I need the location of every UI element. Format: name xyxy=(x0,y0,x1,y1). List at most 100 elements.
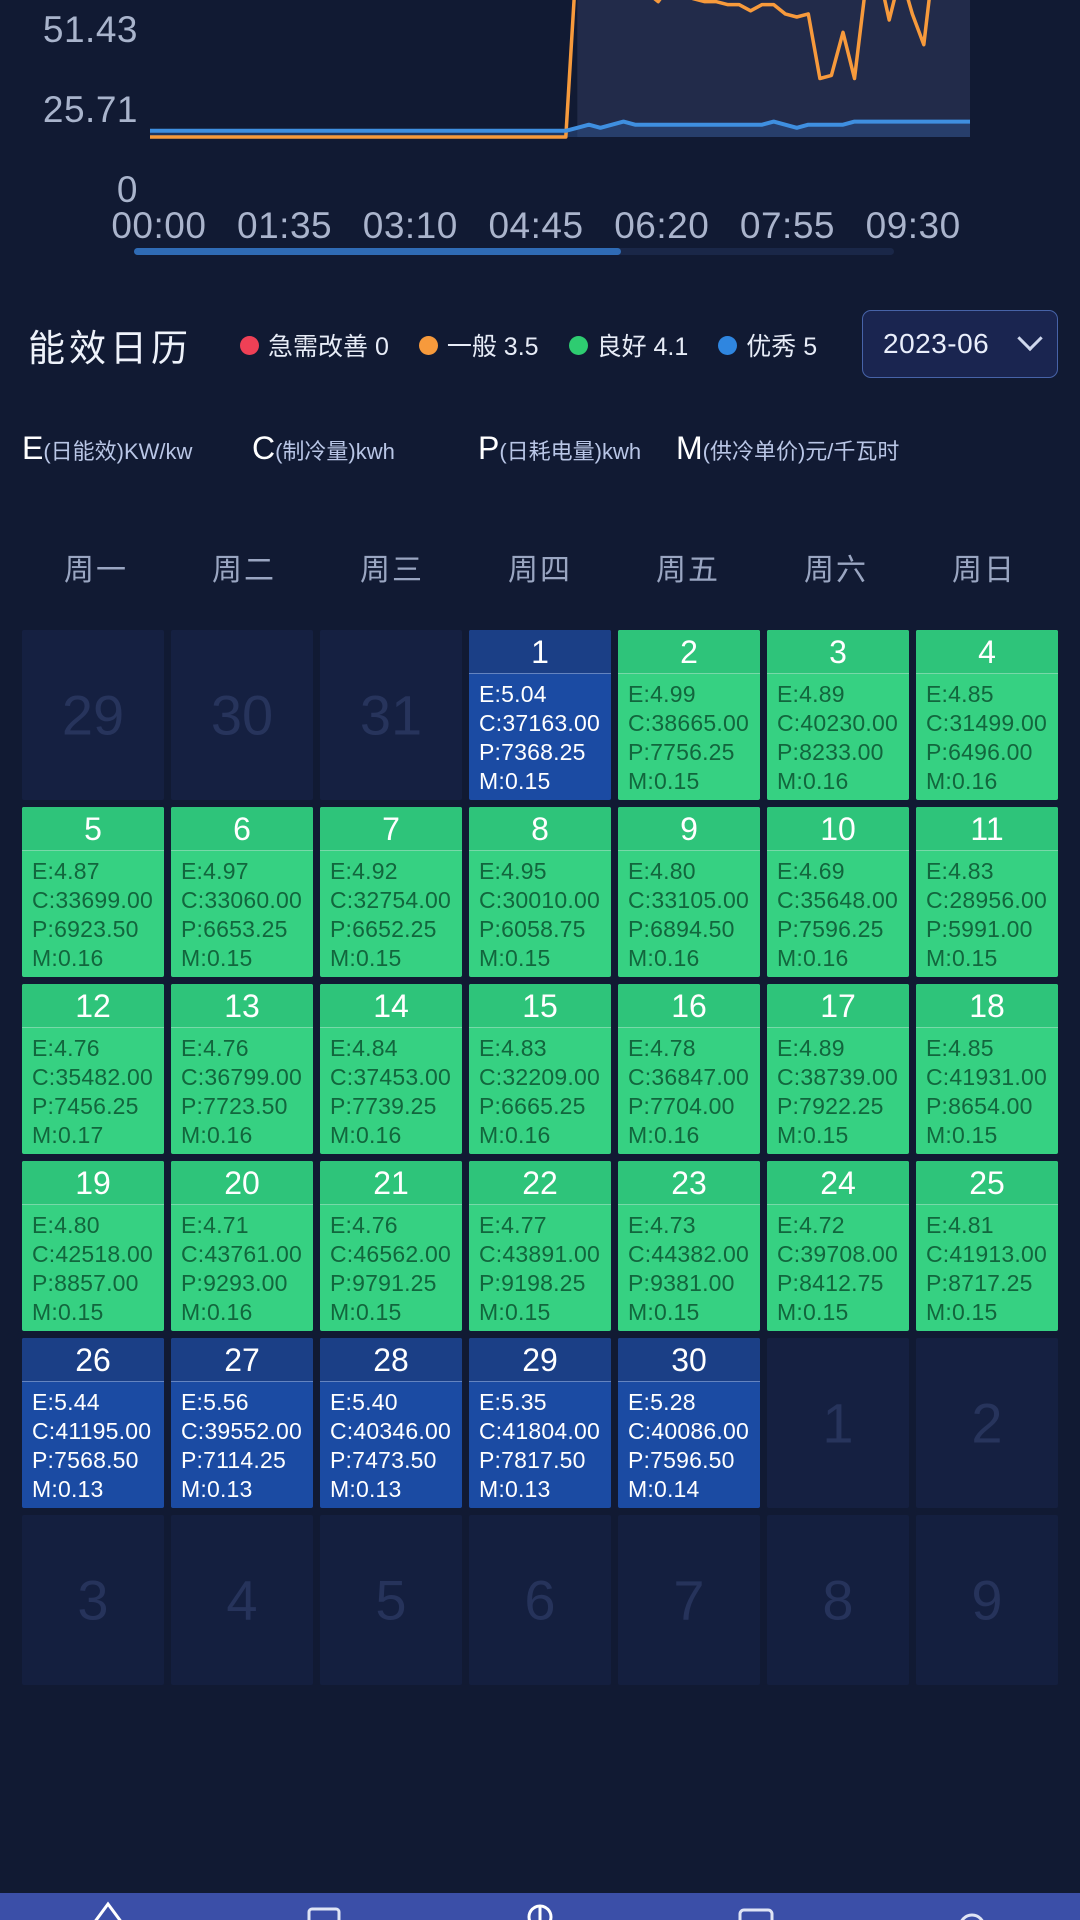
metric-e: E:4.78 xyxy=(628,1035,696,1061)
calendar-day-cell[interactable]: 16 E:4.78 C:36847.00 P:7704.00 M:0.16 xyxy=(618,984,760,1154)
chart-scrollbar[interactable] xyxy=(134,248,894,255)
calendar-day-cell: 4 xyxy=(171,1515,313,1685)
metric-m: M:0.13 xyxy=(479,1476,551,1502)
metric-e: E:5.35 xyxy=(479,1389,547,1415)
calendar-day-cell[interactable]: 17 E:4.89 C:38739.00 P:7922.25 M:0.15 xyxy=(767,984,909,1154)
day-number-muted: 8 xyxy=(822,1568,854,1632)
chart-scrollbar-thumb[interactable] xyxy=(134,248,621,255)
legend-label: 一般 3.5 xyxy=(446,333,539,361)
calendar-day-cell[interactable]: 26 E:5.44 C:41195.00 P:7568.50 M:0.13 xyxy=(22,1338,164,1508)
metric-c: C:40086.00 xyxy=(628,1418,749,1444)
legend-item-3[interactable]: 优秀 5 xyxy=(718,327,817,363)
day-number: 14 xyxy=(320,984,462,1028)
calendar-day-cell: 31 xyxy=(320,630,462,800)
day-number-muted: 4 xyxy=(226,1568,258,1632)
rect-icon[interactable] xyxy=(726,1897,786,1920)
day-metrics: E:4.73 C:44382.00 P:9381.00 M:0.15 xyxy=(618,1205,760,1327)
calendar-day-cell[interactable]: 8 E:4.95 C:30010.00 P:6058.75 M:0.15 xyxy=(469,807,611,977)
day-metrics: E:4.87 C:33699.00 P:6923.50 M:0.16 xyxy=(22,851,164,973)
metric-key-m: M(供冷单价)元/千瓦时 xyxy=(676,430,899,467)
metric-p: P:6496.00 xyxy=(926,739,1033,765)
calendar-day-cell[interactable]: 25 E:4.81 C:41913.00 P:8717.25 M:0.15 xyxy=(916,1161,1058,1331)
day-number: 11 xyxy=(916,807,1058,851)
calendar-day-cell[interactable]: 24 E:4.72 C:39708.00 P:8412.75 M:0.15 xyxy=(767,1161,909,1331)
calendar-day-cell[interactable]: 11 E:4.83 C:28956.00 P:5991.00 M:0.15 xyxy=(916,807,1058,977)
circle-icon[interactable] xyxy=(510,1897,570,1920)
metric-e: E:4.72 xyxy=(777,1212,845,1238)
calendar-day-cell[interactable]: 30 E:5.28 C:40086.00 P:7596.50 M:0.14 xyxy=(618,1338,760,1508)
legend-item-2[interactable]: 良好 4.1 xyxy=(568,327,688,363)
metric-p: P:7922.25 xyxy=(777,1093,884,1119)
metric-m: M:0.16 xyxy=(628,945,700,971)
legend-item-1[interactable]: 一般 3.5 xyxy=(418,327,539,363)
efficiency-legend: 急需改善 0 一般 3.5 良好 4.1 优秀 5 xyxy=(240,327,817,363)
day-number: 23 xyxy=(618,1161,760,1205)
weekday-header: 周一 周二 周三 周四 周五 周六 周日 xyxy=(22,545,1058,589)
chart-plot-area[interactable] xyxy=(150,0,970,190)
metric-e: E:4.97 xyxy=(181,858,249,884)
metric-p: P:7568.50 xyxy=(32,1447,139,1473)
metric-p: P:8233.00 xyxy=(777,739,884,765)
metric-m: M:0.16 xyxy=(181,1122,253,1148)
calendar-day-cell[interactable]: 4 E:4.85 C:31499.00 P:6496.00 M:0.16 xyxy=(916,630,1058,800)
x-tick-2: 03:10 xyxy=(362,205,458,246)
calendar-day-cell[interactable]: 23 E:4.73 C:44382.00 P:9381.00 M:0.15 xyxy=(618,1161,760,1331)
day-number-muted: 30 xyxy=(210,683,274,747)
calendar-day-cell[interactable]: 21 E:4.76 C:46562.00 P:9791.25 M:0.15 xyxy=(320,1161,462,1331)
calendar-grid[interactable]: 29 30 31 1 E:5.04 C:37163.00 P:7368.25 M:0.15 2 E… xyxy=(22,630,1058,1685)
calendar-week-row: 19 E:4.80 C:42518.00 P:8857.00 M:0.15 20 E:4.7… xyxy=(22,1161,1058,1331)
calendar-week-row: 5 E:4.87 C:33699.00 P:6923.50 M:0.16 6 E:4.97 C… xyxy=(22,807,1058,977)
calendar-day-cell[interactable]: 29 E:5.35 C:41804.00 P:7817.50 M:0.13 xyxy=(469,1338,611,1508)
calendar-day-cell[interactable]: 3 E:4.89 C:40230.00 P:8233.00 M:0.16 xyxy=(767,630,909,800)
calendar-day-cell[interactable]: 7 E:4.92 C:32754.00 P:6652.25 M:0.15 xyxy=(320,807,462,977)
home-icon[interactable] xyxy=(78,1897,138,1920)
calendar-day-cell[interactable]: 2 E:4.99 C:38665.00 P:7756.25 M:0.15 xyxy=(618,630,760,800)
metric-c: C:32754.00 xyxy=(330,887,451,913)
calendar-day-cell[interactable]: 6 E:4.97 C:33060.00 P:6653.25 M:0.15 xyxy=(171,807,313,977)
calendar-day-cell[interactable]: 19 E:4.80 C:42518.00 P:8857.00 M:0.15 xyxy=(22,1161,164,1331)
metric-e: E:4.80 xyxy=(628,858,696,884)
calendar-header: 能效日历 急需改善 0 一般 3.5 良好 4.1 优秀 5 2023-06 xyxy=(0,300,1080,390)
calendar-day-cell[interactable]: 28 E:5.40 C:40346.00 P:7473.50 M:0.13 xyxy=(320,1338,462,1508)
calendar-day-cell[interactable]: 18 E:4.85 C:41931.00 P:8654.00 M:0.15 xyxy=(916,984,1058,1154)
arc-icon[interactable] xyxy=(942,1897,1002,1920)
day-number: 17 xyxy=(767,984,909,1028)
legend-item-0[interactable]: 急需改善 0 xyxy=(240,327,389,363)
calendar-day-cell[interactable]: 12 E:4.76 C:35482.00 P:7456.25 M:0.17 xyxy=(22,984,164,1154)
energy-chart[interactable]: 51.43 25.71 0 00:00 01:35 03:10 04:45 06… xyxy=(0,0,1080,255)
metric-c: C:33105.00 xyxy=(628,887,749,913)
metric-c: C:36847.00 xyxy=(628,1064,749,1090)
calendar-day-cell[interactable]: 14 E:4.84 C:37453.00 P:7739.25 M:0.16 xyxy=(320,984,462,1154)
metric-letter: E xyxy=(22,430,44,466)
chart-y-axis: 51.43 25.71 0 xyxy=(0,0,150,210)
metric-m: M:0.15 xyxy=(479,945,551,971)
calendar-day-cell[interactable]: 22 E:4.77 C:43891.00 P:9198.25 M:0.15 xyxy=(469,1161,611,1331)
month-select[interactable]: 2023-06 xyxy=(862,310,1058,378)
calendar-day-cell[interactable]: 15 E:4.83 C:32209.00 P:6665.25 M:0.16 xyxy=(469,984,611,1154)
metric-m: M:0.15 xyxy=(479,768,551,794)
calendar-day-cell[interactable]: 1 E:5.04 C:37163.00 P:7368.25 M:0.15 xyxy=(469,630,611,800)
metric-m: M:0.16 xyxy=(926,768,998,794)
day-metrics: E:4.85 C:31499.00 P:6496.00 M:0.16 xyxy=(916,674,1058,796)
metric-p: P:7114.25 xyxy=(181,1447,286,1473)
metric-m: M:0.16 xyxy=(479,1122,551,1148)
calendar-day-cell[interactable]: 20 E:4.71 C:43761.00 P:9293.00 M:0.16 xyxy=(171,1161,313,1331)
calendar-day-cell[interactable]: 13 E:4.76 C:36799.00 P:7723.50 M:0.16 xyxy=(171,984,313,1154)
metric-e: E:4.89 xyxy=(777,681,845,707)
metric-m: M:0.15 xyxy=(330,1299,402,1325)
metric-m: M:0.15 xyxy=(926,1299,998,1325)
metric-p: P:8654.00 xyxy=(926,1093,1033,1119)
metric-m: M:0.16 xyxy=(32,945,104,971)
calendar-day-cell[interactable]: 9 E:4.80 C:33105.00 P:6894.50 M:0.16 xyxy=(618,807,760,977)
day-metrics: E:4.92 C:32754.00 P:6652.25 M:0.15 xyxy=(320,851,462,973)
bottom-nav-bar[interactable] xyxy=(0,1893,1080,1920)
calendar-day-cell[interactable]: 5 E:4.87 C:33699.00 P:6923.50 M:0.16 xyxy=(22,807,164,977)
weekday-0: 周一 xyxy=(64,554,128,587)
square-icon[interactable] xyxy=(294,1897,354,1920)
calendar-day-cell[interactable]: 10 E:4.69 C:35648.00 P:7596.25 M:0.16 xyxy=(767,807,909,977)
day-metrics: E:4.85 C:41931.00 P:8654.00 M:0.15 xyxy=(916,1028,1058,1150)
metric-c: C:30010.00 xyxy=(479,887,600,913)
day-number: 20 xyxy=(171,1161,313,1205)
metric-c: C:33060.00 xyxy=(181,887,302,913)
calendar-day-cell[interactable]: 27 E:5.56 C:39552.00 P:7114.25 M:0.13 xyxy=(171,1338,313,1508)
